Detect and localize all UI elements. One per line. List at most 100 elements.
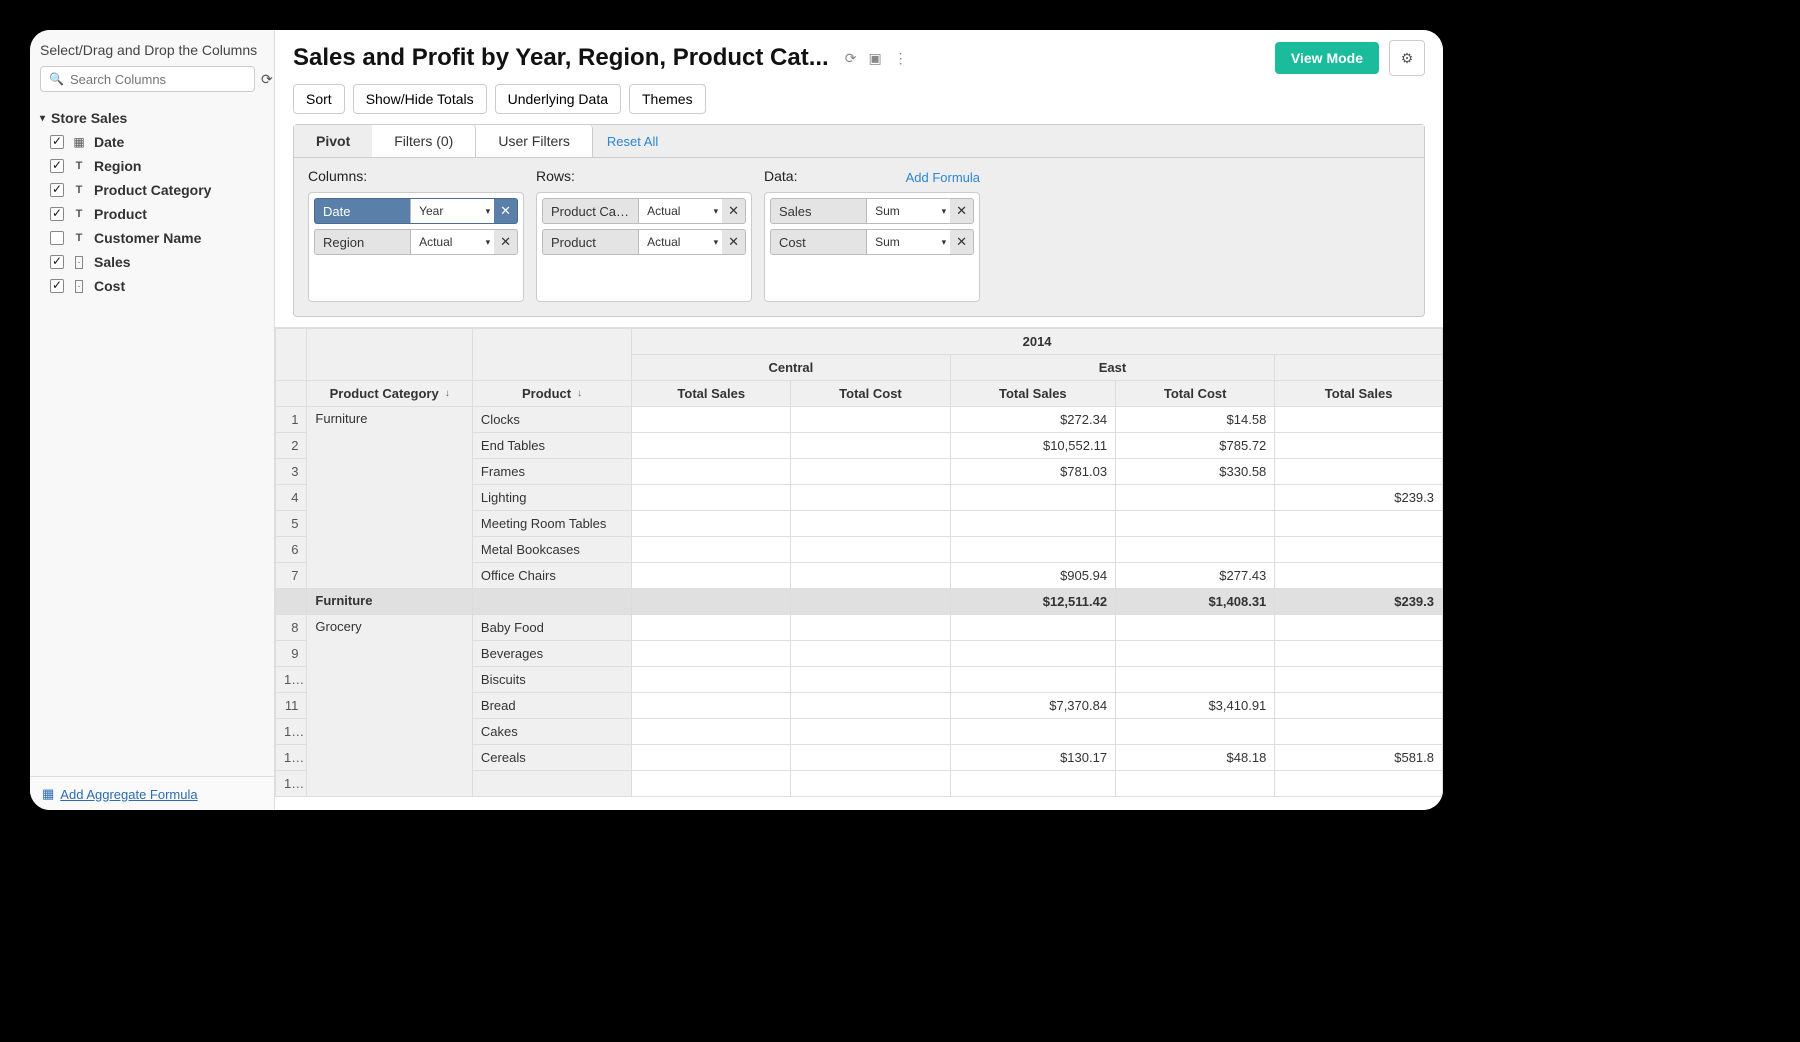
field-label: Date: [94, 134, 124, 150]
field-cost[interactable]: · Cost: [40, 274, 264, 298]
chevron-down-icon: ▾: [714, 206, 719, 217]
add-aggregate-label: Add Aggregate Formula: [60, 787, 197, 802]
rows-label: Rows:: [536, 168, 752, 186]
chevron-down-icon: ▾: [942, 206, 947, 217]
checkbox[interactable]: [50, 135, 64, 149]
tab-filters[interactable]: Filters (0): [372, 125, 476, 157]
year-header: 2014: [632, 329, 1443, 355]
field-label: Customer Name: [94, 230, 201, 246]
pill-label: Date: [315, 204, 410, 219]
col-product-category[interactable]: Product Category↓: [307, 381, 473, 407]
add-formula-link[interactable]: Add Formula: [906, 170, 980, 185]
data-dropzone[interactable]: Sales Sum▾ ✕ Cost Sum▾ ✕: [764, 192, 980, 302]
field-label: Product: [94, 206, 147, 222]
checkbox[interactable]: [50, 183, 64, 197]
formula-icon: ▦: [42, 786, 54, 802]
refresh-icon[interactable]: ⟳: [845, 50, 857, 67]
chevron-down-icon: ▾: [486, 206, 491, 217]
checkbox[interactable]: [50, 159, 64, 173]
checkbox[interactable]: [50, 255, 64, 269]
chevron-down-icon: ▾: [486, 237, 491, 248]
field-type-icon: ·: [72, 280, 86, 292]
search-input-wrapper[interactable]: 🔍: [40, 66, 255, 92]
col-total-sales[interactable]: Total Sales: [632, 381, 791, 407]
group-store-sales[interactable]: ▾ Store Sales: [40, 106, 264, 130]
field-region[interactable]: T Region: [40, 154, 264, 178]
search-icon: 🔍: [49, 72, 64, 86]
field-type-icon: ▦: [72, 135, 86, 149]
field-customer-name[interactable]: T Customer Name: [40, 226, 264, 250]
pill-agg-dropdown[interactable]: Actual▾: [638, 230, 722, 254]
pill-label: Product Cate...: [543, 204, 638, 219]
pivot-table[interactable]: 2014 Central East Product Category↓ Prod…: [275, 327, 1443, 810]
field-sales[interactable]: · Sales: [40, 250, 264, 274]
pill-agg-dropdown[interactable]: Actual▾: [638, 199, 722, 223]
close-icon[interactable]: ✕: [950, 234, 973, 250]
field-product[interactable]: T Product: [40, 202, 264, 226]
pill-product[interactable]: Product Actual▾ ✕: [542, 229, 746, 255]
close-icon[interactable]: ✕: [494, 203, 517, 219]
field-type-icon: T: [72, 184, 86, 196]
field-label: Cost: [94, 278, 125, 294]
field-date[interactable]: ▦ Date: [40, 130, 264, 154]
show-hide-totals-button[interactable]: Show/Hide Totals: [353, 84, 487, 114]
pill-sales[interactable]: Sales Sum▾ ✕: [770, 198, 974, 224]
col-total-sales[interactable]: Total Sales: [950, 381, 1116, 407]
settings-button[interactable]: ⚙: [1389, 40, 1425, 76]
columns-dropzone[interactable]: Date Year▾ ✕Region Actual▾ ✕: [308, 192, 524, 302]
group-label: Store Sales: [51, 110, 127, 126]
checkbox[interactable]: [50, 207, 64, 221]
sort-icon: ↓: [445, 388, 450, 399]
pill-product-cate---[interactable]: Product Cate... Actual▾ ✕: [542, 198, 746, 224]
checkbox[interactable]: [50, 231, 64, 245]
pill-label: Cost: [771, 235, 866, 250]
close-icon[interactable]: ✕: [722, 203, 745, 219]
region-east: East: [950, 355, 1275, 381]
view-mode-button[interactable]: View Mode: [1275, 42, 1379, 74]
page-title: Sales and Profit by Year, Region, Produc…: [293, 44, 829, 72]
col-total-cost[interactable]: Total Cost: [1116, 381, 1275, 407]
field-label: Sales: [94, 254, 131, 270]
pill-agg-dropdown[interactable]: Year▾: [410, 199, 494, 223]
checkbox[interactable]: [50, 279, 64, 293]
col-total-sales[interactable]: Total Sales: [1275, 381, 1443, 407]
table-row[interactable]: Furniture$12,511.42$1,408.31$239.3: [276, 589, 1443, 615]
add-aggregate-formula-link[interactable]: ▦ Add Aggregate Formula: [42, 786, 198, 802]
gear-icon: ⚙: [1401, 50, 1414, 67]
close-icon[interactable]: ✕: [950, 203, 973, 219]
themes-button[interactable]: Themes: [629, 84, 706, 114]
pill-label: Region: [315, 235, 410, 250]
region-central: Central: [632, 355, 950, 381]
tab-user-filters[interactable]: User Filters: [476, 125, 593, 157]
pill-agg-dropdown[interactable]: Sum▾: [866, 199, 950, 223]
reset-all-link[interactable]: Reset All: [593, 134, 672, 149]
field-type-icon: ·: [72, 256, 86, 268]
field-product-category[interactable]: T Product Category: [40, 178, 264, 202]
chevron-down-icon: ▾: [40, 113, 45, 124]
sidebar: Select/Drag and Drop the Columns 🔍 ⟳ ⋮ ▾…: [30, 30, 275, 810]
pill-cost[interactable]: Cost Sum▾ ✕: [770, 229, 974, 255]
pill-date[interactable]: Date Year▾ ✕: [314, 198, 518, 224]
close-icon[interactable]: ✕: [722, 234, 745, 250]
tab-pivot[interactable]: Pivot: [294, 125, 372, 157]
pill-agg-dropdown[interactable]: Sum▾: [866, 230, 950, 254]
columns-label: Columns:: [308, 168, 524, 186]
sort-button[interactable]: Sort: [293, 84, 345, 114]
field-type-icon: T: [72, 232, 86, 244]
pill-agg-dropdown[interactable]: Actual▾: [410, 230, 494, 254]
col-product[interactable]: Product↓: [472, 381, 631, 407]
refresh-icon[interactable]: ⟳: [261, 70, 273, 88]
col-total-cost[interactable]: Total Cost: [791, 381, 950, 407]
rows-dropzone[interactable]: Product Cate... Actual▾ ✕Product Actual▾…: [536, 192, 752, 302]
chevron-down-icon: ▾: [714, 237, 719, 248]
pill-region[interactable]: Region Actual▾ ✕: [314, 229, 518, 255]
chevron-down-icon: ▾: [942, 237, 947, 248]
close-icon[interactable]: ✕: [494, 234, 517, 250]
table-row[interactable]: 1FurnitureClocks$272.34$14.58: [276, 407, 1443, 433]
table-row[interactable]: 8GroceryBaby Food: [276, 615, 1443, 641]
search-input[interactable]: [70, 72, 246, 87]
underlying-data-button[interactable]: Underlying Data: [495, 84, 621, 114]
field-label: Region: [94, 158, 141, 174]
more-icon[interactable]: ⋮: [894, 50, 908, 67]
save-icon[interactable]: ▣: [868, 50, 881, 67]
